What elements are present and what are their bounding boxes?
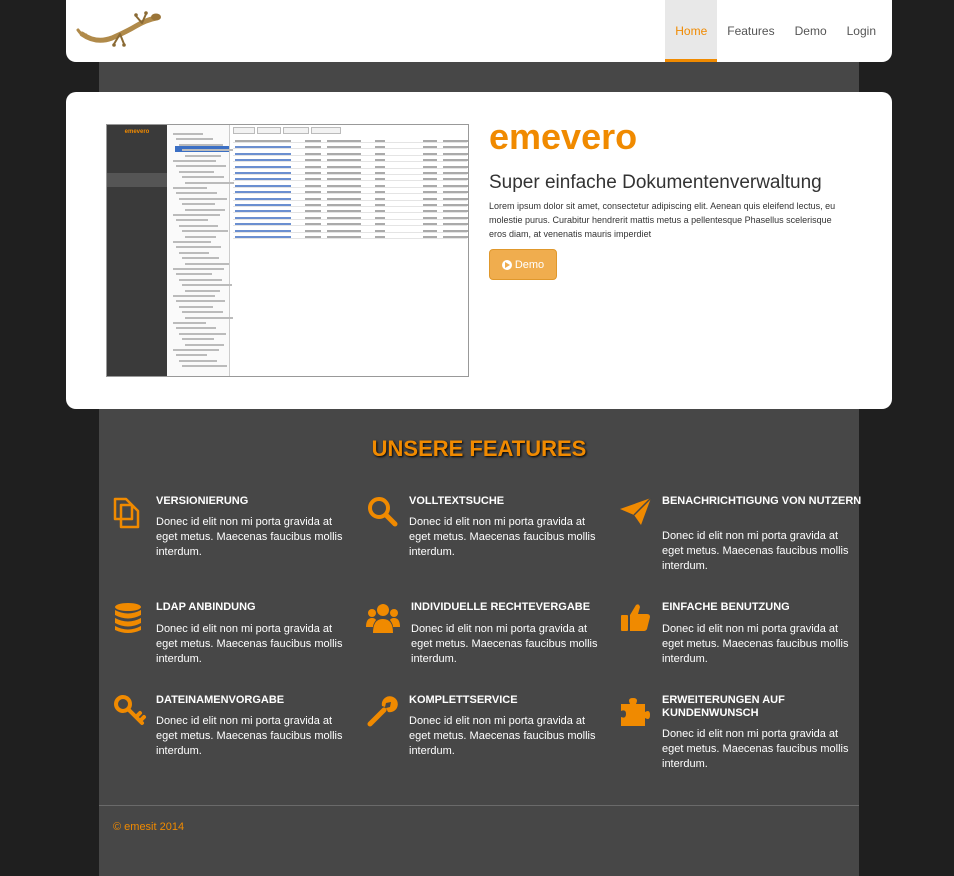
play-circle-icon	[501, 259, 512, 270]
hero-title: emevero	[489, 116, 638, 157]
feature-title: VOLLTEXTSUCHE	[409, 495, 505, 507]
feature-text: Donec id elit non mi porta gravida at eg…	[156, 715, 343, 757]
demo-button[interactable]: Demo	[489, 249, 557, 280]
main-nav: Home Features Demo Login	[665, 0, 886, 62]
footer-divider	[99, 805, 859, 806]
wrench-icon	[366, 694, 400, 728]
key-icon	[113, 694, 147, 728]
nav-demo[interactable]: Demo	[785, 0, 837, 62]
hero-subtitle: Super einfache Dokumentenverwaltung	[489, 172, 822, 193]
features-heading: UNSERE FEATURES	[371, 436, 587, 461]
search-icon	[366, 495, 400, 529]
feature-text: Donec id elit non mi porta gravida at eg…	[156, 623, 343, 665]
feature-title: VERSIONIERUNG	[156, 495, 249, 507]
feature-text: Donec id elit non mi porta gravida at eg…	[156, 516, 343, 558]
gecko-logo[interactable]	[76, 4, 162, 52]
feature-title: KOMPLETTSERVICE	[409, 694, 518, 706]
feature-title: ERWEITERUNGEN AUF KUNDENWUNSCH	[662, 694, 785, 719]
feature-title: LDAP ANBINDUNG	[156, 601, 256, 613]
feature-title: EINFACHE BENUTZUNG	[662, 601, 790, 613]
demo-button-label: Demo	[514, 258, 545, 271]
feature-text: Donec id elit non mi porta gravida at eg…	[409, 715, 596, 757]
feature-text: Donec id elit non mi porta gravida at eg…	[409, 516, 596, 558]
feature-text: Donec id elit non mi porta gravida at eg…	[662, 623, 849, 665]
thumbs-up-icon	[619, 601, 653, 635]
feature-text: Donec id elit non mi porta gravida at eg…	[662, 728, 849, 770]
feature-title: INDIVIDUELLE RECHTEVERGABE	[411, 601, 591, 613]
nav-home[interactable]: Home	[665, 0, 718, 62]
footer-copyright: © emesit 2014	[113, 821, 185, 833]
feature-text: Donec id elit non mi porta gravida at eg…	[411, 623, 598, 665]
nav-login[interactable]: Login	[837, 0, 886, 62]
screenshot-brand: emevero	[124, 129, 150, 135]
copy-icon	[113, 495, 147, 529]
users-icon	[366, 601, 400, 635]
nav-features[interactable]: Features	[717, 0, 784, 62]
database-icon	[113, 601, 147, 635]
hero-panel: emevero emevero Super einfache Dokumente…	[66, 92, 892, 409]
puzzle-icon	[619, 694, 653, 728]
hero-text: Lorem ipsum dolor sit amet, consectetur …	[489, 201, 836, 239]
feature-title: DATEINAMENVORGABE	[156, 694, 285, 706]
navbar: Home Features Demo Login	[66, 0, 892, 62]
paper-plane-icon	[619, 495, 653, 529]
feature-title: BENACHRICHTIGUNG VON NUTZERN	[662, 495, 862, 507]
app-screenshot: emevero	[106, 124, 469, 377]
feature-text: Donec id elit non mi porta gravida at eg…	[662, 530, 849, 572]
